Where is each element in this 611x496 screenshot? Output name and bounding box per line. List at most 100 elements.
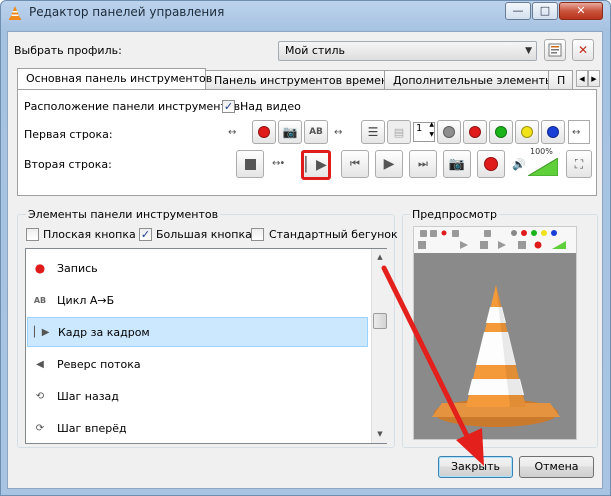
profile-select[interactable]: Мой стиль ▼ (278, 41, 537, 61)
yellow-dot-icon (521, 126, 533, 138)
close-icon: ✕ (576, 4, 586, 17)
list-item-label: Цикл А→Б (57, 293, 115, 307)
list-item-frame-by-frame[interactable]: ▏▶ Кадр за кадром (27, 317, 368, 347)
ab-loop-icon: AB (33, 295, 47, 305)
big-button-checkbox[interactable]: ✓ (139, 228, 152, 241)
spacer-icon[interactable]: ↔ (334, 127, 342, 138)
volume-slider[interactable] (528, 158, 558, 176)
list-item-reverse[interactable]: ◀ Реверс потока (27, 349, 368, 379)
row1-end-spacer[interactable]: ↔ (568, 120, 590, 144)
tab-advanced-elements-label: Дополнительные элементы (393, 74, 554, 87)
playlist-toolbar-item[interactable]: ☰ (361, 120, 385, 144)
minimize-button[interactable]: — (505, 2, 531, 20)
spin-box[interactable]: 1 ▲ ▼ (413, 121, 435, 142)
list-item-label: Шаг вперёд (57, 421, 127, 435)
above-video-label: Над видео (240, 100, 301, 113)
stop-toolbar-item[interactable] (236, 150, 264, 178)
fullscreen-toolbar-item[interactable]: ⛶ (566, 150, 592, 178)
tab-time-toolbar-label: Панель инструментов времени (214, 74, 396, 87)
tab-advanced-elements[interactable]: Дополнительные элементы (384, 70, 554, 90)
maximize-button[interactable]: □ (532, 2, 558, 20)
close-window-button[interactable]: ✕ (559, 2, 603, 20)
color-button-red[interactable] (463, 120, 487, 144)
edit-profile-button[interactable] (544, 39, 566, 61)
tab-more-label: П (557, 74, 566, 87)
color-button-green[interactable] (489, 120, 513, 144)
profile-label: Выбрать профиль: (14, 44, 122, 57)
extended-settings-toolbar-item[interactable]: ▤ (387, 120, 411, 144)
big-button-label: Большая кнопка (156, 228, 252, 241)
toolbar-position-label: Расположение панели инструментов: (24, 100, 244, 113)
cancel-button[interactable]: Отмена (519, 456, 594, 478)
ab-loop-icon: AB (309, 127, 323, 137)
flat-button-checkbox[interactable] (26, 228, 39, 241)
stop-icon (244, 158, 256, 170)
play-toolbar-item[interactable]: ▶ (375, 150, 403, 178)
row2-label: Вторая строка: (24, 158, 112, 171)
list-item-label: Шаг назад (57, 389, 119, 403)
color-button-yellow[interactable] (515, 120, 539, 144)
minimize-icon: — (512, 4, 524, 17)
standard-slider-checkbox[interactable] (251, 228, 264, 241)
row1-label: Первая строка: (24, 128, 113, 141)
volume-icon[interactable]: 🔊 (512, 158, 526, 171)
spin-up-icon[interactable]: ▲ (429, 121, 434, 128)
checkmark-icon: ✓ (223, 100, 234, 113)
skip-back-icon: ⏮ (350, 157, 360, 170)
dialog-body: Выбрать профиль: Мой стиль ▼ ✕ Основная … (7, 31, 603, 489)
previous-toolbar-item[interactable]: ⏮ (341, 150, 369, 178)
list-item-ab-loop[interactable]: AB Цикл А→Б (27, 285, 368, 315)
list-item-record[interactable]: ● Запись (27, 253, 368, 283)
above-video-checkbox[interactable]: ✓ (222, 100, 235, 113)
red-dot-icon (469, 126, 481, 138)
tab-more[interactable]: П (548, 70, 573, 90)
delete-profile-button[interactable]: ✕ (572, 39, 594, 61)
title-bar[interactable]: Редактор панелей управления — □ ✕ (1, 1, 610, 25)
tab-scroll-left[interactable]: ◀ (576, 70, 588, 87)
playlist-icon: ☰ (367, 125, 379, 139)
standard-slider-label: Стандартный бегунок (269, 228, 398, 241)
color-button-blue[interactable] (541, 120, 565, 144)
tab-main-toolbar[interactable]: Основная панель инструментов (17, 68, 212, 89)
list-item-label: Реверс потока (57, 357, 141, 371)
fullscreen-icon: ⛶ (574, 156, 584, 171)
annotation-arrow-icon (381, 265, 484, 466)
settings-icon: ▤ (393, 125, 405, 139)
flat-button-label: Плоская кнопка (43, 228, 136, 241)
blue-dot-icon (547, 126, 559, 138)
record-toolbar-item-row2[interactable] (477, 150, 505, 178)
step-back-icon: ⟲ (35, 390, 45, 402)
profile-select-value: Мой стиль (285, 44, 345, 57)
frame-by-frame-toolbar-item[interactable]: ▏▶ (301, 150, 331, 180)
spin-down-icon[interactable]: ▼ (429, 131, 434, 138)
spacer-icon[interactable]: ↔ (228, 127, 236, 138)
camera-icon: 📷 (448, 156, 466, 172)
tab-scroll-right[interactable]: ▶ (588, 70, 600, 87)
preview-group-title: Предпросмотр (410, 208, 499, 221)
chevron-right-icon: ▶ (591, 74, 597, 83)
elements-group-title: Элементы панели инструментов (26, 208, 221, 221)
list-item-step-back[interactable]: ⟲ Шаг назад (27, 381, 368, 411)
skip-forward-icon: ⏭ (418, 157, 428, 170)
list-item-label: Кадр за кадром (58, 325, 150, 339)
list-item-step-forward[interactable]: ⟳ Шаг вперёд (27, 413, 368, 443)
maximize-icon: □ (539, 4, 551, 17)
chevron-left-icon: ◀ (579, 74, 585, 83)
vlc-cone-icon (9, 6, 21, 20)
snapshot-toolbar-item-row2[interactable]: 📷 (443, 150, 471, 178)
frame-step-icon: ▏▶ (305, 157, 327, 173)
next-toolbar-item[interactable]: ⏭ (409, 150, 437, 178)
record-toolbar-item[interactable] (252, 120, 276, 144)
frame-step-icon: ▏▶ (34, 326, 50, 338)
spacer-icon[interactable]: ↔• (272, 158, 285, 169)
record-icon: ● (34, 261, 46, 275)
record-icon (484, 157, 498, 171)
ab-loop-toolbar-item[interactable]: AB (304, 120, 328, 144)
color-button-grey[interactable] (437, 120, 461, 144)
elements-list[interactable]: ● Запись AB Цикл А→Б ▏▶ Кадр за кадром ◀ Рев… (25, 248, 387, 444)
tab-time-toolbar[interactable]: Панель инструментов времени (205, 70, 395, 90)
snapshot-toolbar-item[interactable]: 📷 (278, 120, 302, 144)
delete-icon: ✕ (577, 43, 589, 57)
green-dot-icon (495, 126, 507, 138)
reverse-icon: ◀ (36, 358, 44, 370)
